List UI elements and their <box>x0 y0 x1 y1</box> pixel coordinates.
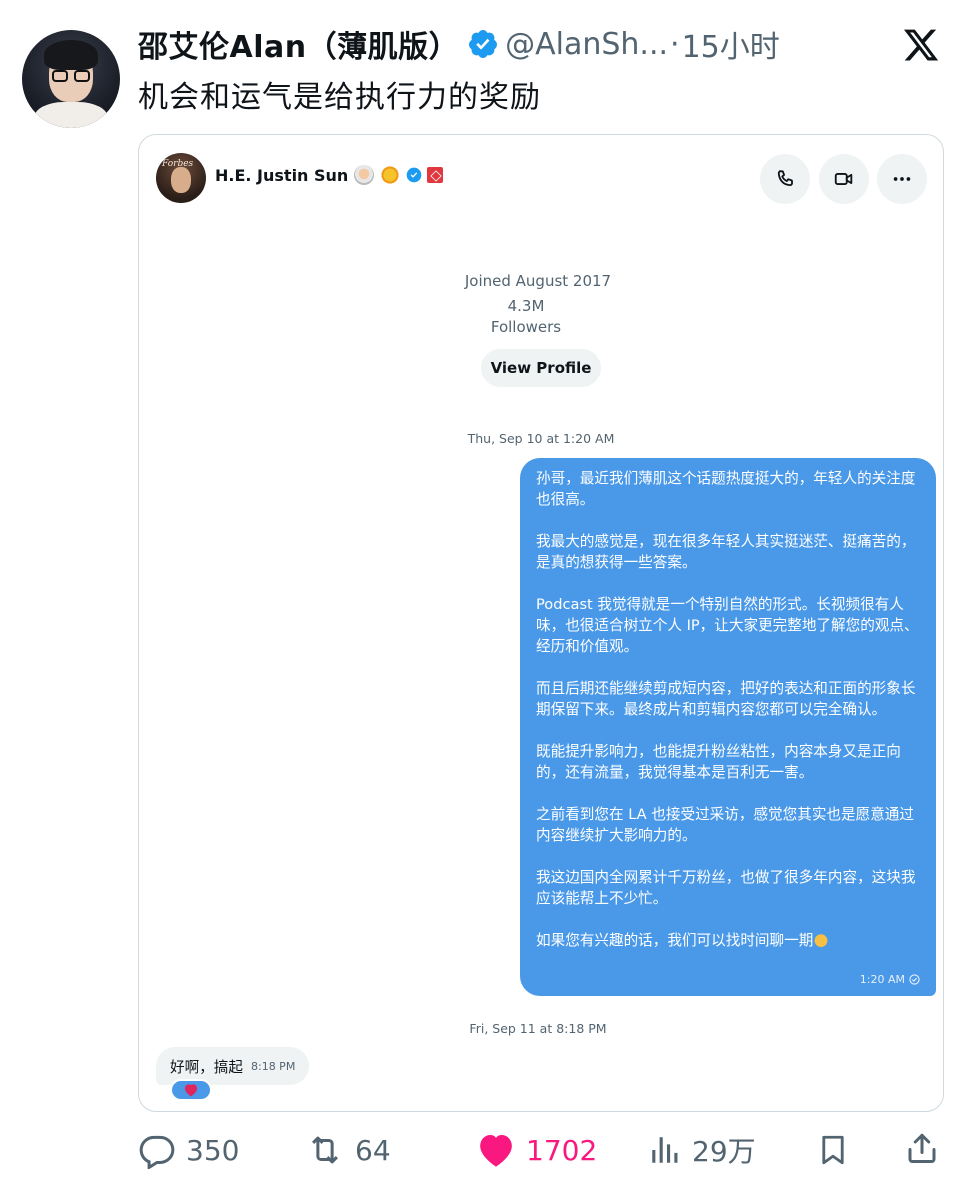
author-handle[interactable]: @AlanSh... <box>505 27 668 62</box>
tweet-text: 机会和运气是给执行力的奖励 <box>138 80 541 115</box>
incoming-message-time: 8:18 PM <box>250 1059 296 1073</box>
retweet-icon <box>312 1136 338 1164</box>
dm-contact-header: H.E. Justin Sun <box>215 165 444 185</box>
more-options-button <box>877 154 927 204</box>
bar-chart-icon <box>652 1137 678 1163</box>
message-meta: 1:20 AM <box>860 969 920 990</box>
more-dots-icon <box>893 177 911 181</box>
verified-badge-icon <box>406 167 422 183</box>
message-last-text: 如果您有兴趣的话，我们可以找时间聊一期 <box>536 932 814 949</box>
message-paragraph: 既能提升影响力，也能提升粉丝粘性，内容本身又是正向的，还有流量，我觉得基本是百利… <box>536 743 901 781</box>
heart-filled-icon <box>480 1135 512 1167</box>
heart-icon <box>184 1084 198 1097</box>
bookmark-button[interactable] <box>816 1130 850 1174</box>
reply-count: 350 <box>186 1133 240 1167</box>
message-paragraph: 而且后期还能继续剪成短内容，把好的表达和正面的形象长期保留下来。最终成片和剪辑内… <box>536 680 916 718</box>
contact-avatar: Forbes <box>156 153 206 203</box>
message-paragraph-last: 如果您有兴趣的话，我们可以找时间聊一期 <box>536 930 920 951</box>
message-paragraph: Podcast 我觉得就是一个特别自然的形式。长视频很有人味，也很适合树立个人 … <box>536 596 919 655</box>
author-avatar[interactable] <box>22 30 120 128</box>
call-button <box>760 154 810 204</box>
view-profile-button: View Profile <box>481 349 601 387</box>
phone-icon <box>777 170 793 187</box>
follower-count: 4.3M <box>507 297 545 315</box>
reply-icon <box>139 1135 175 1169</box>
verified-badge-icon <box>469 30 498 58</box>
bookmark-icon <box>822 1135 844 1165</box>
x-logo-icon[interactable] <box>902 26 940 64</box>
folded-hands-emoji-icon <box>813 931 830 947</box>
like-count: 1702 <box>526 1133 598 1167</box>
contact-name: H.E. Justin Sun <box>215 165 349 185</box>
date-separator: Thu, Sep 10 at 1:20 AM <box>467 431 615 446</box>
heart-reaction <box>170 1079 212 1101</box>
meta-separator: · <box>670 26 680 62</box>
message-paragraph: 孙哥，最近我们薄肌这个话题热度挺大的，年轻人的关注度也很高。 <box>536 470 916 508</box>
date-separator: Fri, Sep 11 at 8:18 PM <box>469 1021 607 1036</box>
dm-screenshot-card[interactable]: Forbes H.E. Justin Sun Joined August 201… <box>138 134 944 1112</box>
post-time[interactable]: 15小时 <box>682 22 780 66</box>
message-time: 1:20 AM <box>859 973 905 986</box>
message-paragraph: 我这边国内全网累计千万粉丝，也做了很多年内容，这块我应该能帮上不少忙。 <box>536 869 916 907</box>
like-button[interactable]: 1702 <box>476 1128 597 1172</box>
video-call-button <box>819 154 869 204</box>
joined-date: Joined August 2017 <box>464 272 612 290</box>
message-paragraph: 我最大的感觉是，现在很多年轻人其实挺迷茫、挺痛苦的，是真的想获得一些答案。 <box>536 533 916 571</box>
video-camera-icon <box>834 173 853 185</box>
outgoing-message-bubble: 孙哥，最近我们薄肌这个话题热度挺大的，年轻人的关注度也很高。 我最大的感觉是，现… <box>520 458 936 996</box>
retweet-count: 64 <box>355 1133 391 1167</box>
sent-check-icon <box>909 974 920 985</box>
tron-logo-icon <box>427 167 444 183</box>
share-button[interactable] <box>904 1128 940 1172</box>
view-count: 29万 <box>692 1135 756 1168</box>
sun-emoji-icon <box>380 165 401 185</box>
share-icon <box>908 1133 936 1163</box>
message-paragraph: 之前看到您在 LA 也接受过采访，感觉您其实也是愿意通过内容继续扩大影响力的。 <box>536 806 914 844</box>
reply-button[interactable]: 350 <box>138 1128 239 1172</box>
retweet-button[interactable]: 64 <box>305 1128 391 1172</box>
author-name[interactable]: 邵艾伦Alan（薄肌版） <box>138 22 459 66</box>
astronaut-emoji-icon <box>354 165 375 185</box>
tweet-header: 邵艾伦Alan（薄肌版） @AlanSh... · 15小时 <box>138 22 780 66</box>
followers-label: Followers <box>490 318 562 336</box>
incoming-message-text: 好啊，搞起 <box>170 1058 243 1076</box>
views-button[interactable]: 29万 <box>648 1128 756 1172</box>
